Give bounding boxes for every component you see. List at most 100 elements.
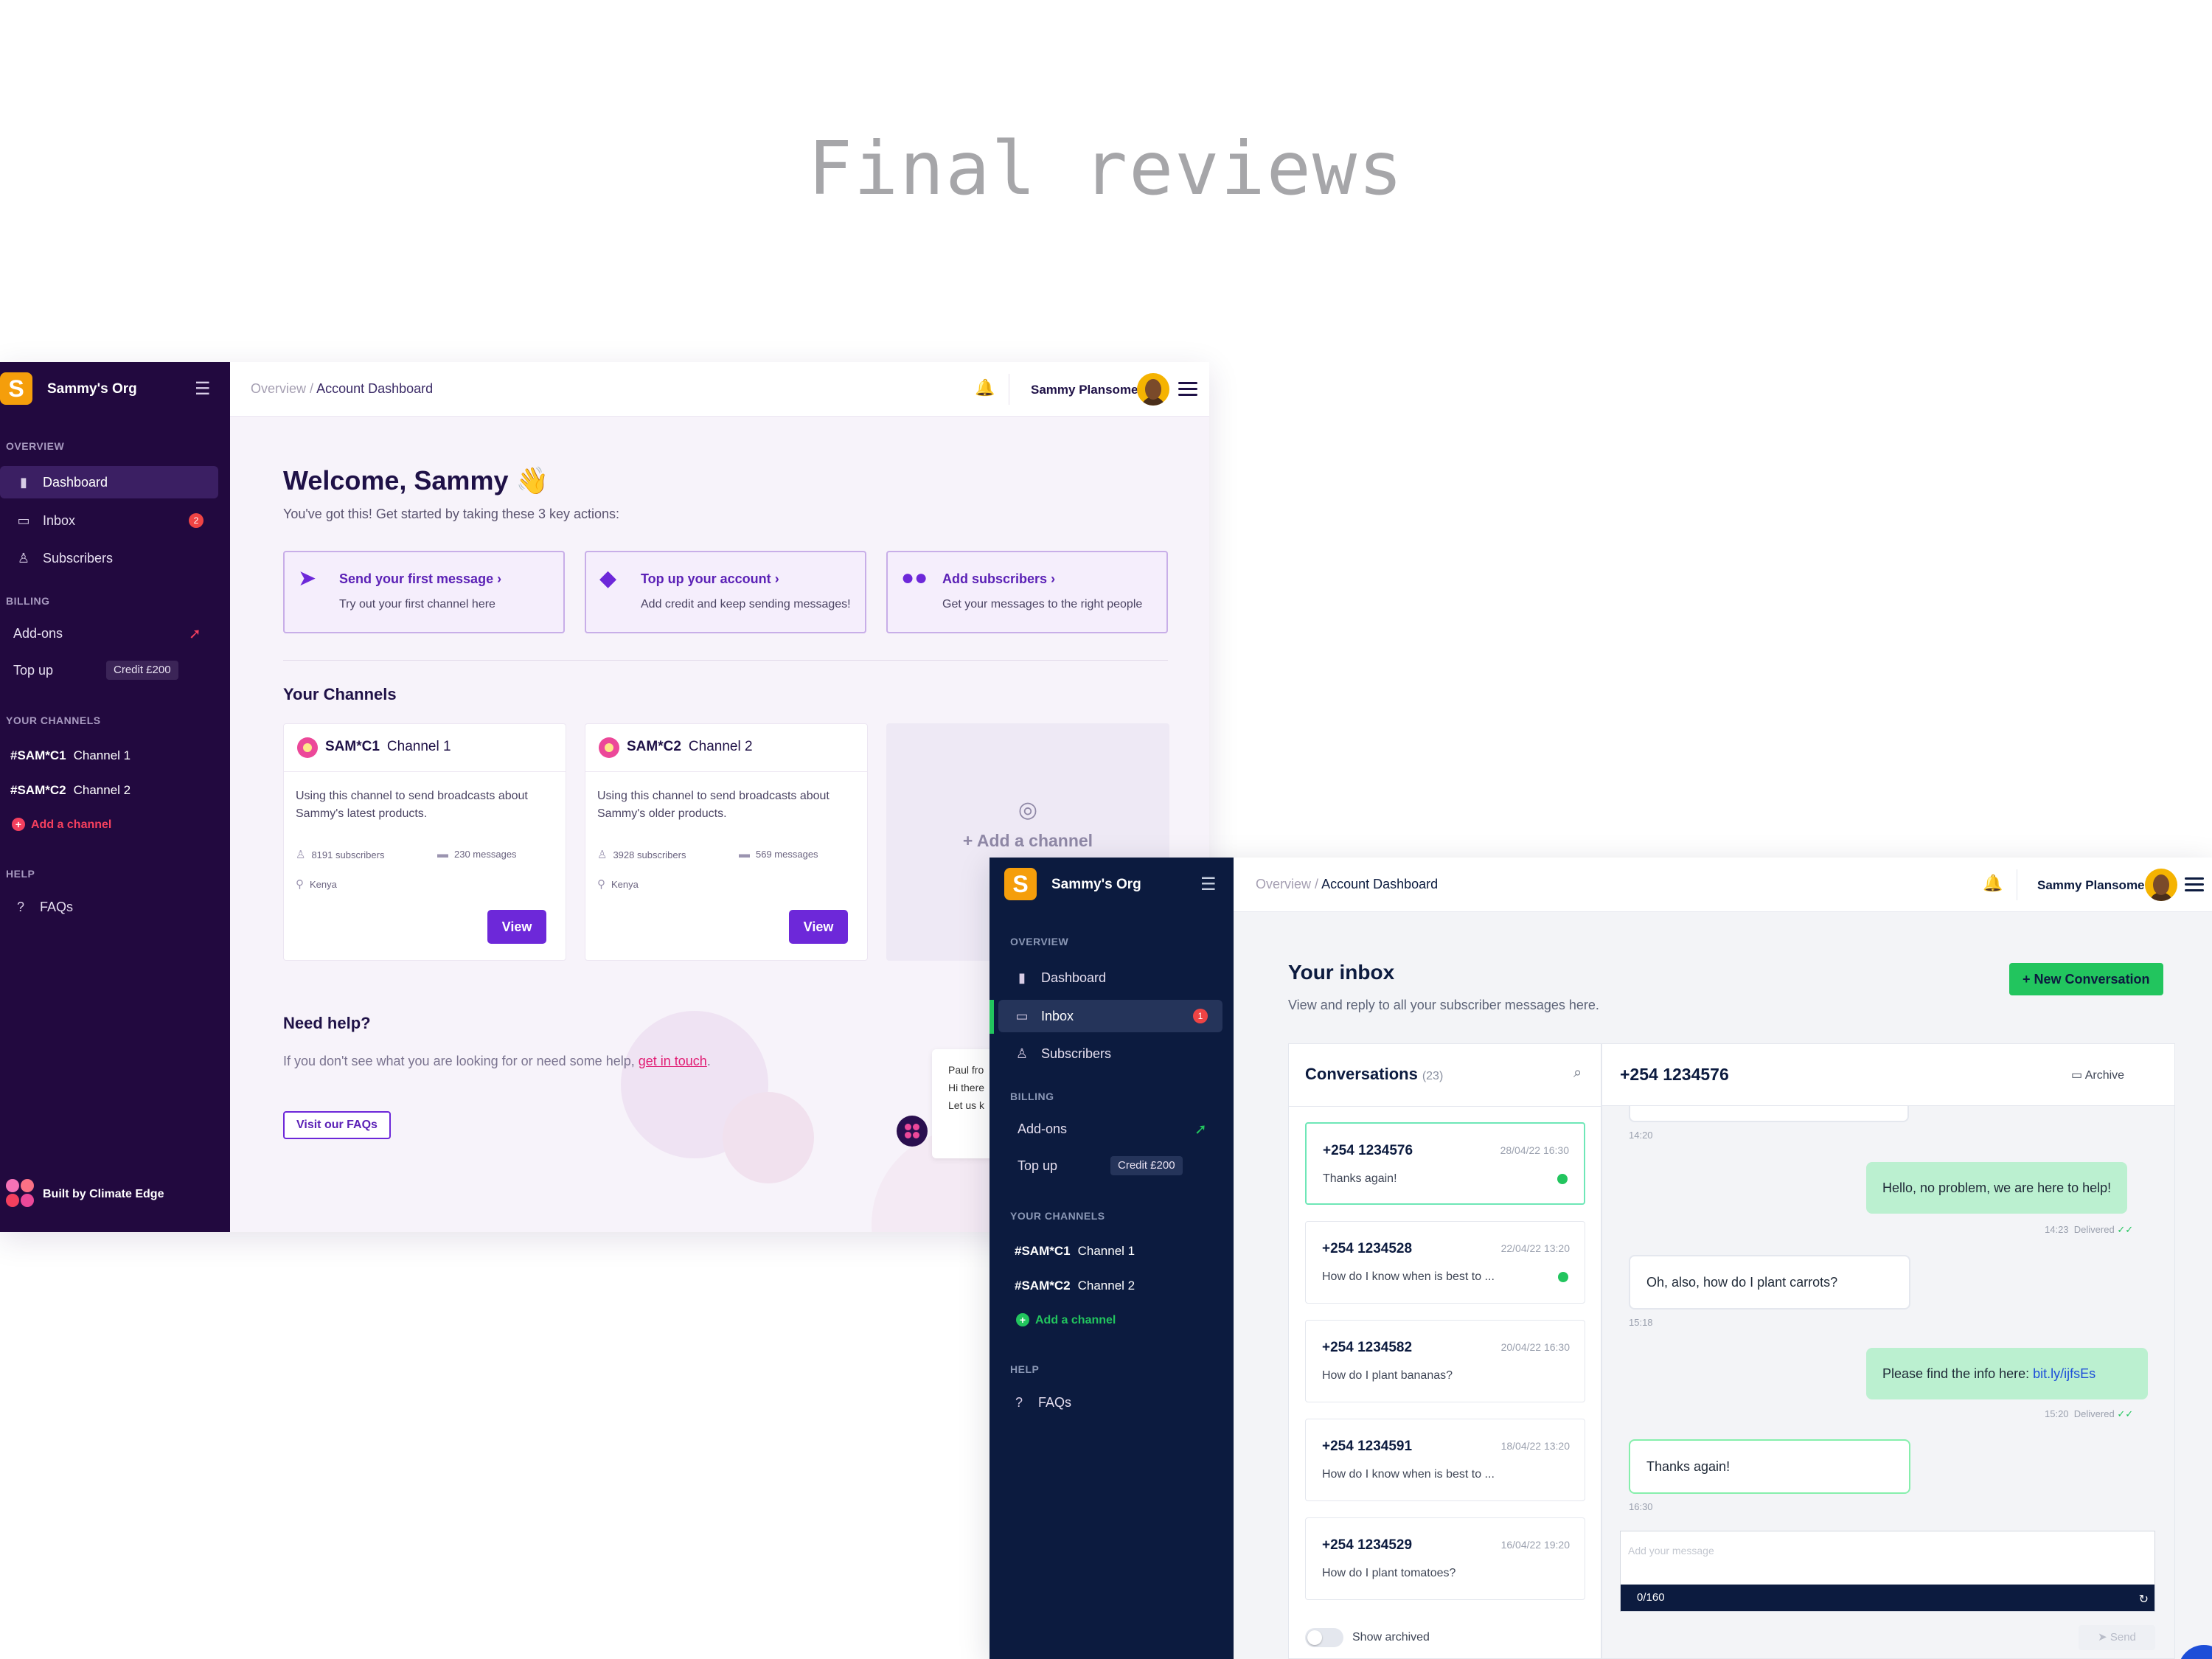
chat-preview-line: Paul fro xyxy=(948,1064,984,1076)
channel-name: Channel 1 xyxy=(73,748,131,762)
visit-faqs-button[interactable]: Visit our FAQs xyxy=(283,1111,391,1139)
new-conversation-button[interactable]: + New Conversation xyxy=(2009,963,2163,995)
paper-plane-icon: ➤ xyxy=(2098,1631,2110,1644)
user-name[interactable]: Sammy Plansome xyxy=(1031,383,1138,397)
sidebar: S Sammy's Org ☰ OVERVIEW ▮ Dashboard ▭ Inb… xyxy=(0,362,230,1232)
paper-plane-icon: ➤ xyxy=(298,566,317,591)
add-channel-link[interactable]: + Add a channel xyxy=(1016,1313,1116,1327)
add-channel-link[interactable]: + Add a channel xyxy=(12,818,111,832)
breadcrumb-root[interactable]: Overview xyxy=(251,381,306,396)
breadcrumb-current: Account Dashboard xyxy=(1321,877,1439,891)
conversation-item[interactable]: +254 1234529 16/04/22 19:20 How do I pla… xyxy=(1305,1517,1585,1600)
message-composer[interactable]: Add your message 0/160 ↻ xyxy=(1620,1531,2155,1612)
user-name[interactable]: Sammy Plansome xyxy=(2037,878,2145,893)
show-archived-label: Show archived xyxy=(1352,1631,1430,1644)
action-subtitle: Try out your first channel here xyxy=(339,598,495,611)
inbox-badge: 1 xyxy=(1193,1009,1208,1023)
avatar[interactable] xyxy=(2145,869,2177,901)
sidebar-item-dashboard[interactable]: ▮ Dashboard xyxy=(0,466,218,498)
org-logo: S xyxy=(1004,868,1037,900)
bar-chart-icon: ▮ xyxy=(20,475,27,490)
rocket-icon: ➚ xyxy=(189,626,201,642)
users-icon: ●● xyxy=(901,566,928,590)
archive-label: Archive xyxy=(2084,1069,2125,1082)
chat-preview-bubble[interactable]: Paul fro Hi there Let us k xyxy=(932,1049,998,1158)
sidebar-item-addons[interactable]: Add-ons xyxy=(998,1113,1222,1145)
sidebar-item-faqs[interactable]: ? FAQs xyxy=(998,1386,1222,1419)
climate-edge-logo xyxy=(6,1179,35,1208)
conversation-number: +254 1234582 xyxy=(1322,1340,1413,1355)
org-name[interactable]: Sammy's Org xyxy=(47,381,137,397)
chat-widget-button[interactable] xyxy=(897,1116,928,1147)
credit-pill: Credit £200 xyxy=(1110,1156,1183,1175)
sidebar-channel-2[interactable]: #SAM*C2 Channel 2 xyxy=(1015,1279,1135,1293)
notification-bell-icon[interactable]: 🔔 xyxy=(975,378,995,397)
inbox-icon: ▭ xyxy=(1015,1009,1029,1023)
chat-widget-button[interactable] xyxy=(2178,1645,2212,1659)
previous-message-bubble xyxy=(1629,1106,1909,1122)
settings-sliders-icon[interactable]: ☰ xyxy=(1200,874,1217,895)
message-count: ▬ 230 messages xyxy=(437,848,517,860)
chevron-right-icon: › xyxy=(1051,571,1056,586)
send-button[interactable]: ➤ Send xyxy=(2079,1625,2155,1650)
action-card-add-subscribers[interactable]: ●● Add subscribers › Get your messages t… xyxy=(886,551,1168,633)
sidebar-item-addons[interactable]: Add-ons xyxy=(0,617,218,650)
sidebar-channel-1[interactable]: #SAM*C1 Channel 1 xyxy=(10,748,131,763)
breadcrumb-root[interactable]: Overview xyxy=(1256,877,1311,891)
page-title: Final reviews xyxy=(807,125,1405,212)
chat-contact-number: +254 1234576 xyxy=(1620,1065,1729,1084)
conversation-item[interactable]: +254 1234576 28/04/22 16:30 Thanks again… xyxy=(1305,1122,1585,1205)
conversation-item[interactable]: +254 1234528 22/04/22 13:20 How do I kno… xyxy=(1305,1221,1585,1304)
conversation-date: 22/04/22 13:20 xyxy=(1500,1242,1570,1254)
settings-sliders-icon[interactable]: ☰ xyxy=(195,378,211,400)
sidebar-item-inbox[interactable]: ▭ Inbox xyxy=(0,504,218,537)
notification-bell-icon[interactable]: 🔔 xyxy=(1983,874,2003,893)
message-meta: 14:23 Delivered ✓✓ xyxy=(2045,1224,2134,1235)
get-in-touch-link[interactable]: get in touch xyxy=(639,1054,707,1068)
sidebar-channel-2[interactable]: #SAM*C2 Channel 2 xyxy=(10,783,131,798)
double-check-icon: ✓✓ xyxy=(2117,1224,2134,1235)
show-archived-toggle[interactable] xyxy=(1305,1628,1343,1647)
refresh-icon[interactable]: ↻ xyxy=(2139,1592,2149,1607)
sidebar-channel-1[interactable]: #SAM*C1 Channel 1 xyxy=(1015,1244,1135,1259)
active-indicator xyxy=(990,1000,994,1034)
message-link[interactable]: bit.ly/ijfsEs xyxy=(2033,1366,2096,1381)
channel-card: SAM*C2 Channel 2 Using this channel to se… xyxy=(585,723,868,961)
menu-icon[interactable] xyxy=(1178,382,1197,397)
conversation-number: +254 1234528 xyxy=(1322,1241,1413,1256)
action-card-send-message[interactable]: ➤ Send your first message › Try out your… xyxy=(283,551,565,633)
sidebar-item-inbox[interactable]: ▭ Inbox xyxy=(998,1000,1222,1032)
new-conversation-label: New Conversation xyxy=(2034,972,2150,987)
sidebar-item-subscribers[interactable]: ♙ Subscribers xyxy=(998,1037,1222,1070)
conversation-item[interactable]: +254 1234582 20/04/22 16:30 How do I pla… xyxy=(1305,1320,1585,1402)
breadcrumb-separator: / xyxy=(310,381,314,396)
chat-icon: ▬ xyxy=(739,848,750,860)
chat-preview-line: Let us k xyxy=(948,1099,985,1111)
conversation-item[interactable]: +254 1234591 18/04/22 13:20 How do I kno… xyxy=(1305,1419,1585,1501)
view-channel-button[interactable]: View xyxy=(487,910,546,944)
org-name[interactable]: Sammy's Org xyxy=(1051,877,1141,893)
channel-card-title: SAM*C2 Channel 2 xyxy=(627,739,753,754)
action-subtitle: Add credit and keep sending messages! xyxy=(641,598,851,611)
channel-card: SAM*C1 Channel 1 Using this channel to se… xyxy=(283,723,566,961)
conversation-number: +254 1234529 xyxy=(1322,1537,1413,1553)
sidebar-item-label: Subscribers xyxy=(43,551,114,566)
conversation-preview: How do I plant bananas? xyxy=(1322,1369,1453,1382)
help-circle-icon: ? xyxy=(16,900,24,914)
view-channel-button[interactable]: View xyxy=(789,910,848,944)
sidebar-item-faqs[interactable]: ? FAQs xyxy=(0,891,218,923)
sidebar-item-subscribers[interactable]: ♙ Subscribers xyxy=(0,542,218,574)
conversations-header: Conversations (23) xyxy=(1305,1065,1444,1083)
welcome-subtext: You've got this! Get started by taking t… xyxy=(283,507,620,521)
avatar[interactable] xyxy=(1137,373,1169,406)
search-icon[interactable]: ⌕ xyxy=(1573,1065,1582,1082)
action-card-top-up[interactable]: ◆ Top up your account › Add credit and k… xyxy=(585,551,866,633)
menu-icon[interactable] xyxy=(2185,877,2204,892)
archive-button[interactable]: ▭ Archive xyxy=(2071,1068,2124,1082)
sidebar-item-dashboard[interactable]: ▮ Dashboard xyxy=(998,961,1222,994)
users-icon: ♙ xyxy=(597,849,608,861)
plus-circle-icon: + xyxy=(12,818,25,831)
add-channel-card-label: + Add a channel xyxy=(962,831,1093,850)
inbox-subtitle: View and reply to all your subscriber me… xyxy=(1288,998,1599,1012)
sidebar-item-label: Add-ons xyxy=(1018,1121,1068,1136)
